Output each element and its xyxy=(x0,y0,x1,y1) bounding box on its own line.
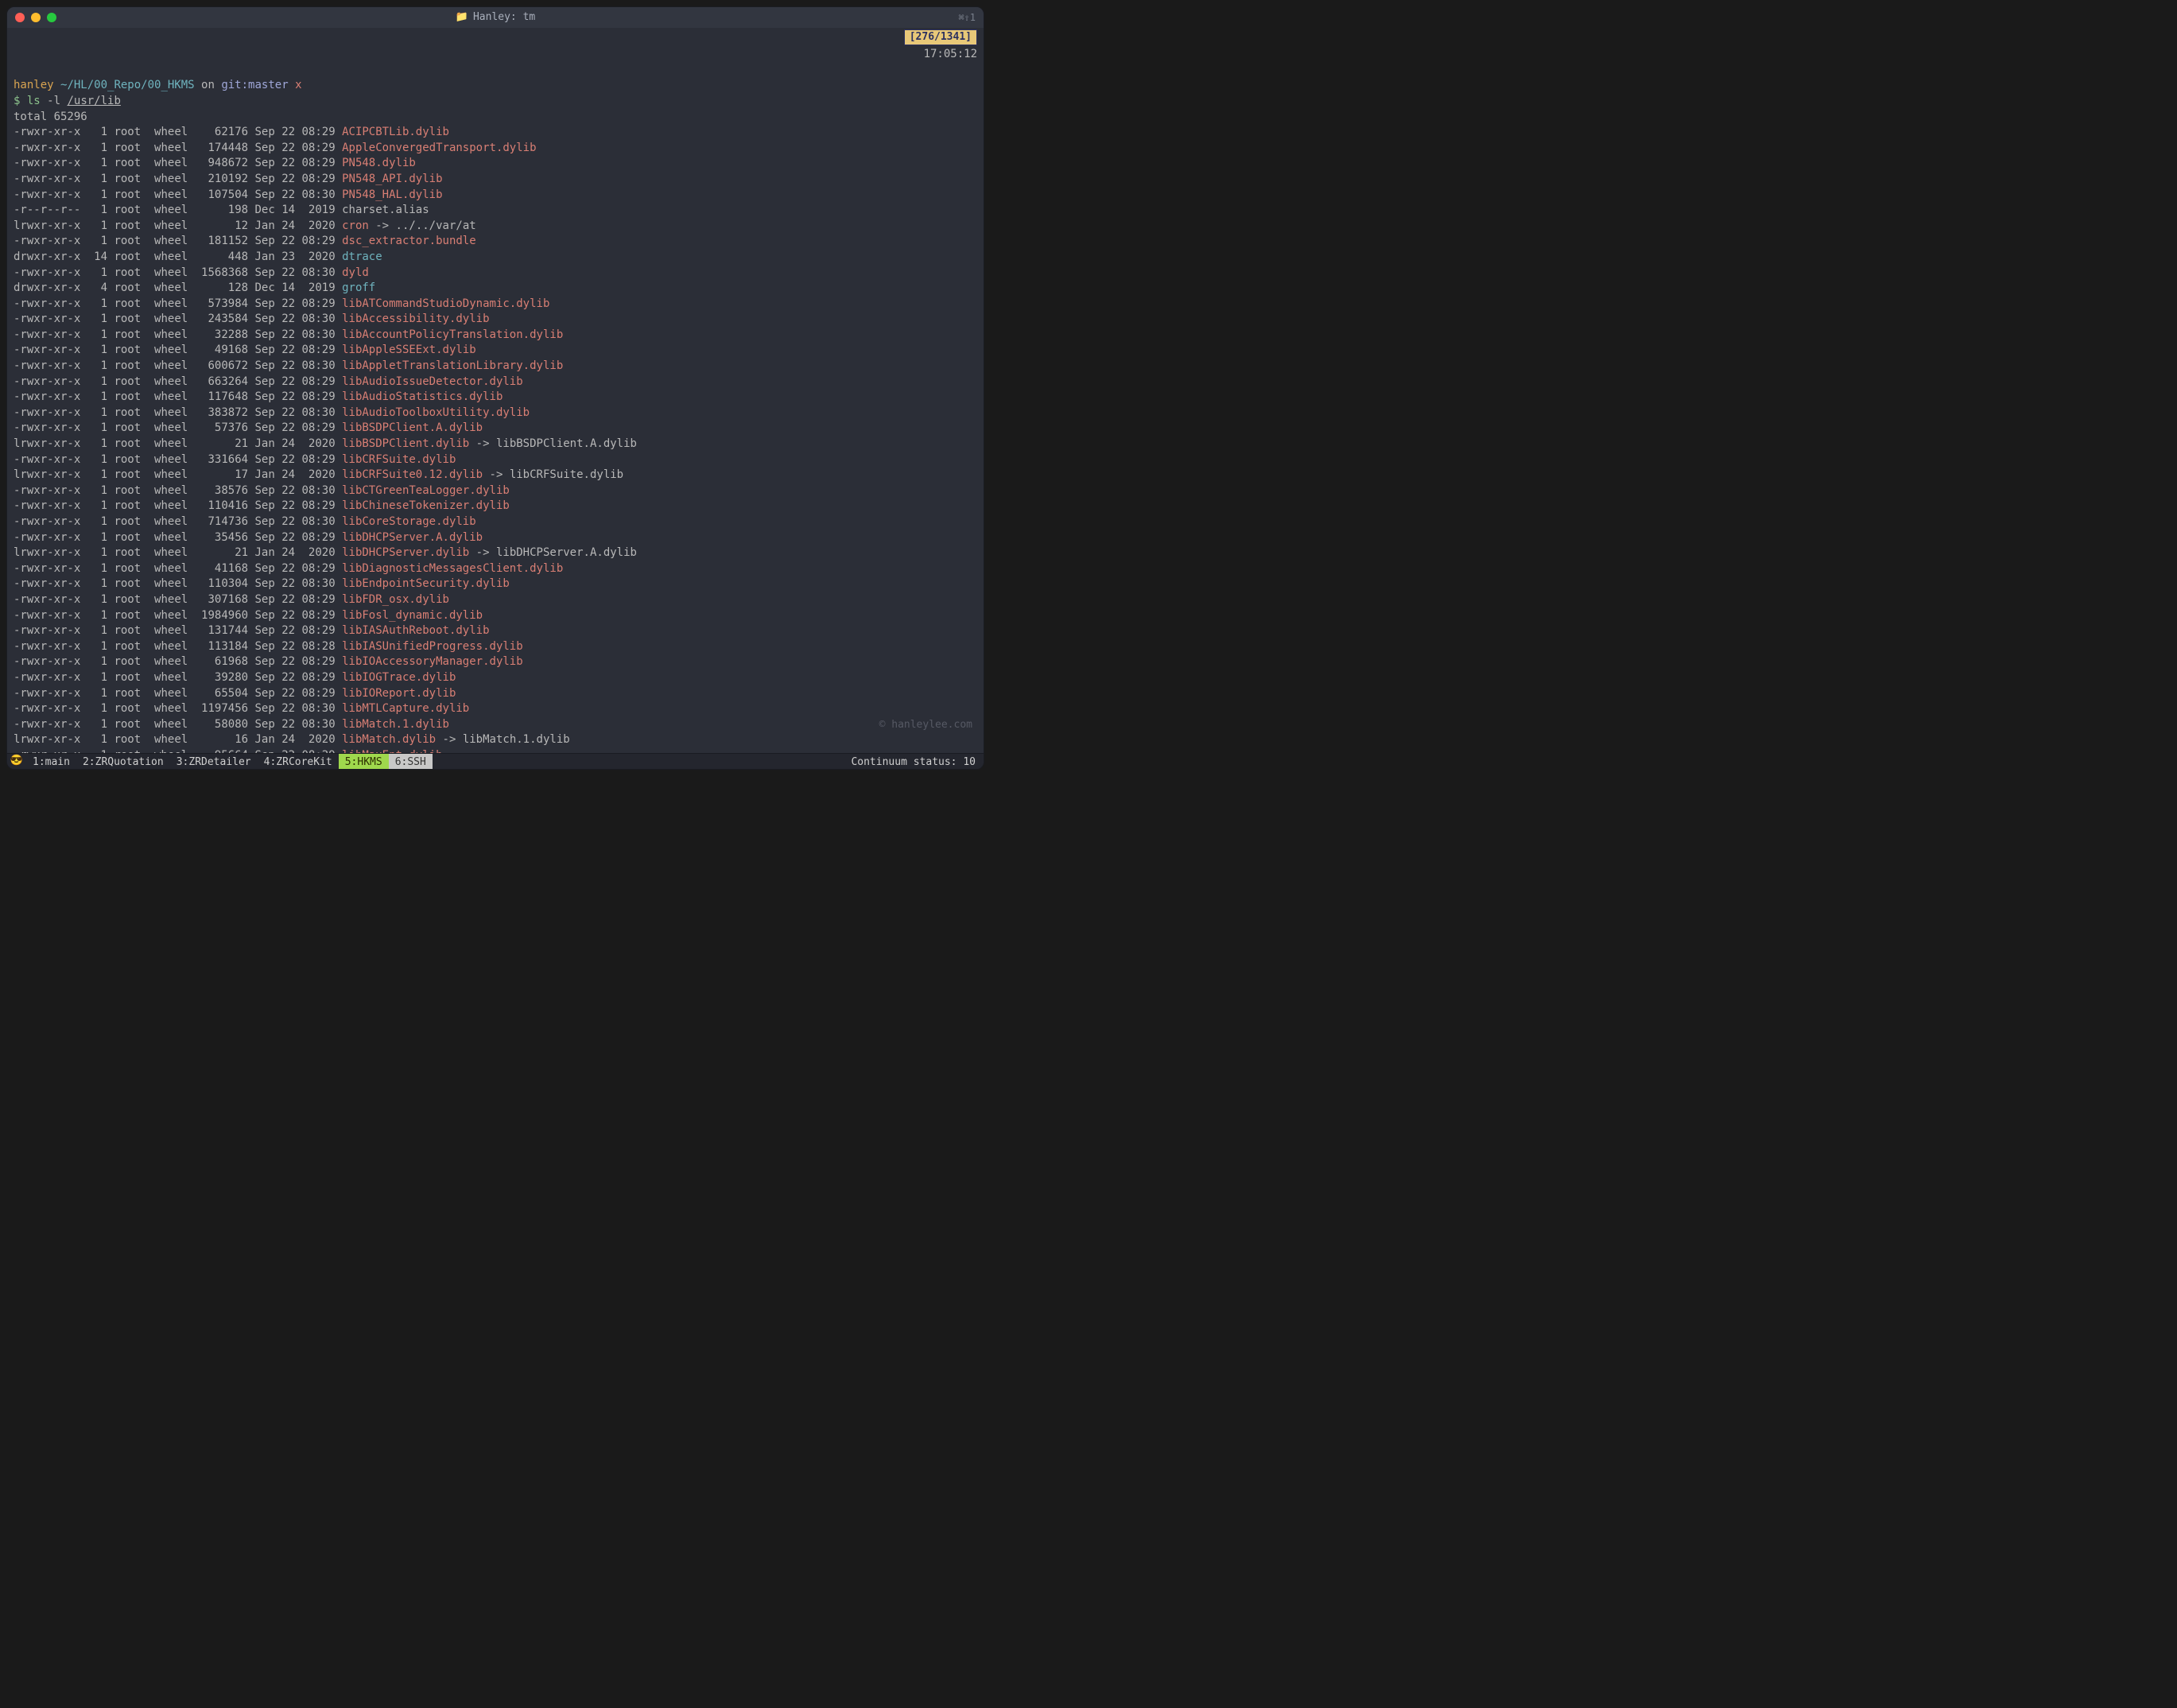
prompt-branch: master xyxy=(248,79,289,91)
list-item: -rwxr-xr-x 1 root wheel 600672 Sep 22 08… xyxy=(14,359,977,375)
list-item: -rwxr-xr-x 1 root wheel 110304 Sep 22 08… xyxy=(14,576,977,592)
list-item: drwxr-xr-x 4 root wheel 128 Dec 14 2019 … xyxy=(14,281,977,297)
list-item: -rwxr-xr-x 1 root wheel 210192 Sep 22 08… xyxy=(14,172,977,188)
command-line: $ ls -l /usr/lib xyxy=(14,95,121,107)
total-line: total 65296 xyxy=(14,111,87,123)
list-item: -rwxr-xr-x 1 root wheel 61968 Sep 22 08:… xyxy=(14,654,977,670)
status-face-icon: 😎 xyxy=(7,754,26,769)
list-item: -rwxr-xr-x 1 root wheel 38576 Sep 22 08:… xyxy=(14,483,977,499)
status-right: Continuum status: 10 xyxy=(843,754,984,769)
list-item: -rwxr-xr-x 1 root wheel 1984960 Sep 22 0… xyxy=(14,608,977,624)
list-item: -rwxr-xr-x 1 root wheel 174448 Sep 22 08… xyxy=(14,141,977,157)
tmux-window[interactable]: 5:HKMS xyxy=(339,754,389,769)
list-item: -rwxr-xr-x 1 root wheel 1568368 Sep 22 0… xyxy=(14,266,977,281)
list-item: -rwxr-xr-x 1 root wheel 181152 Sep 22 08… xyxy=(14,234,977,250)
tmux-window[interactable]: 4:ZRCoreKit xyxy=(258,754,339,769)
top-right-info: [276/1341] xyxy=(7,28,984,45)
list-item: -rwxr-xr-x 1 root wheel 62176 Sep 22 08:… xyxy=(14,125,977,141)
list-item: lrwxr-xr-x 1 root wheel 21 Jan 24 2020 l… xyxy=(14,545,977,561)
command-flag: -l xyxy=(47,95,60,107)
list-item: -rwxr-xr-x 1 root wheel 58080 Sep 22 08:… xyxy=(14,717,977,733)
tmux-window[interactable]: 1:main xyxy=(26,754,76,769)
titlebar[interactable]: 📁 Hanley: tm ⌘⇧1 xyxy=(7,7,984,28)
title-shortcut: ⌘⇧1 xyxy=(958,11,976,25)
list-item: lrwxr-xr-x 1 root wheel 17 Jan 24 2020 l… xyxy=(14,468,977,483)
list-item: -rwxr-xr-x 1 root wheel 243584 Sep 22 08… xyxy=(14,312,977,328)
list-item: -rwxr-xr-x 1 root wheel 49168 Sep 22 08:… xyxy=(14,343,977,359)
prompt-git-label: git: xyxy=(221,79,248,91)
tmux-window[interactable]: 3:ZRDetailer xyxy=(170,754,258,769)
tmux-window[interactable]: 2:ZRQuotation xyxy=(76,754,170,769)
list-item: -rwxr-xr-x 1 root wheel 331664 Sep 22 08… xyxy=(14,452,977,468)
prompt-dirty: x xyxy=(295,79,301,91)
file-listing: -rwxr-xr-x 1 root wheel 62176 Sep 22 08:… xyxy=(14,125,977,753)
list-item: -rwxr-xr-x 1 root wheel 95664 Sep 22 08:… xyxy=(14,748,977,753)
prompt-on: on xyxy=(201,79,215,91)
tmux-window[interactable]: 6:SSH xyxy=(389,754,433,769)
window-title-text: Hanley: tm xyxy=(473,10,535,25)
tmux-windows: 1:main2:ZRQuotation3:ZRDetailer4:ZRCoreK… xyxy=(26,754,433,769)
list-item: -rwxr-xr-x 1 root wheel 107504 Sep 22 08… xyxy=(14,188,977,204)
list-item: -rwxr-xr-x 1 root wheel 32288 Sep 22 08:… xyxy=(14,328,977,344)
clock: 17:05:12 xyxy=(7,45,984,63)
list-item: lrwxr-xr-x 1 root wheel 12 Jan 24 2020 c… xyxy=(14,219,977,235)
list-item: lrwxr-xr-x 1 root wheel 16 Jan 24 2020 l… xyxy=(14,732,977,748)
list-item: drwxr-xr-x 14 root wheel 448 Jan 23 2020… xyxy=(14,250,977,266)
list-item: -rwxr-xr-x 1 root wheel 948672 Sep 22 08… xyxy=(14,156,977,172)
history-count: [276/1341] xyxy=(904,29,977,45)
list-item: -rwxr-xr-x 1 root wheel 117648 Sep 22 08… xyxy=(14,390,977,406)
list-item: -rwxr-xr-x 1 root wheel 110416 Sep 22 08… xyxy=(14,499,977,514)
folder-icon: 📁 xyxy=(456,10,468,25)
list-item: -r--r--r-- 1 root wheel 198 Dec 14 2019 … xyxy=(14,203,977,219)
list-item: lrwxr-xr-x 1 root wheel 21 Jan 24 2020 l… xyxy=(14,437,977,452)
list-item: -rwxr-xr-x 1 root wheel 113184 Sep 22 08… xyxy=(14,639,977,655)
terminal-content[interactable]: hanley ~/HL/00_Repo/00_HKMS on git:maste… xyxy=(7,63,984,753)
list-item: -rwxr-xr-x 1 root wheel 714736 Sep 22 08… xyxy=(14,514,977,530)
list-item: -rwxr-xr-x 1 root wheel 307168 Sep 22 08… xyxy=(14,592,977,608)
list-item: -rwxr-xr-x 1 root wheel 41168 Sep 22 08:… xyxy=(14,561,977,577)
list-item: -rwxr-xr-x 1 root wheel 35456 Sep 22 08:… xyxy=(14,530,977,546)
command-arg: /usr/lib xyxy=(67,95,120,107)
list-item: -rwxr-xr-x 1 root wheel 573984 Sep 22 08… xyxy=(14,297,977,312)
list-item: -rwxr-xr-x 1 root wheel 131744 Sep 22 08… xyxy=(14,623,977,639)
watermark: © hanleylee.com xyxy=(879,718,972,732)
window-title: 📁 Hanley: tm xyxy=(7,10,984,25)
prompt-user: hanley xyxy=(14,79,54,91)
prompt-dollar: $ xyxy=(14,95,20,107)
list-item: -rwxr-xr-x 1 root wheel 663264 Sep 22 08… xyxy=(14,375,977,390)
terminal-window: 📁 Hanley: tm ⌘⇧1 [276/1341] 17:05:12 han… xyxy=(6,6,984,770)
list-item: -rwxr-xr-x 1 root wheel 1197456 Sep 22 0… xyxy=(14,701,977,717)
prompt-path: ~/HL/00_Repo/00_HKMS xyxy=(60,79,195,91)
list-item: -rwxr-xr-x 1 root wheel 65504 Sep 22 08:… xyxy=(14,686,977,702)
prompt-line: hanley ~/HL/00_Repo/00_HKMS on git:maste… xyxy=(14,79,302,91)
command-name: ls xyxy=(27,95,41,107)
list-item: -rwxr-xr-x 1 root wheel 57376 Sep 22 08:… xyxy=(14,421,977,437)
tmux-statusbar[interactable]: 😎 1:main2:ZRQuotation3:ZRDetailer4:ZRCor… xyxy=(7,753,984,769)
list-item: -rwxr-xr-x 1 root wheel 383872 Sep 22 08… xyxy=(14,406,977,421)
list-item: -rwxr-xr-x 1 root wheel 39280 Sep 22 08:… xyxy=(14,670,977,686)
